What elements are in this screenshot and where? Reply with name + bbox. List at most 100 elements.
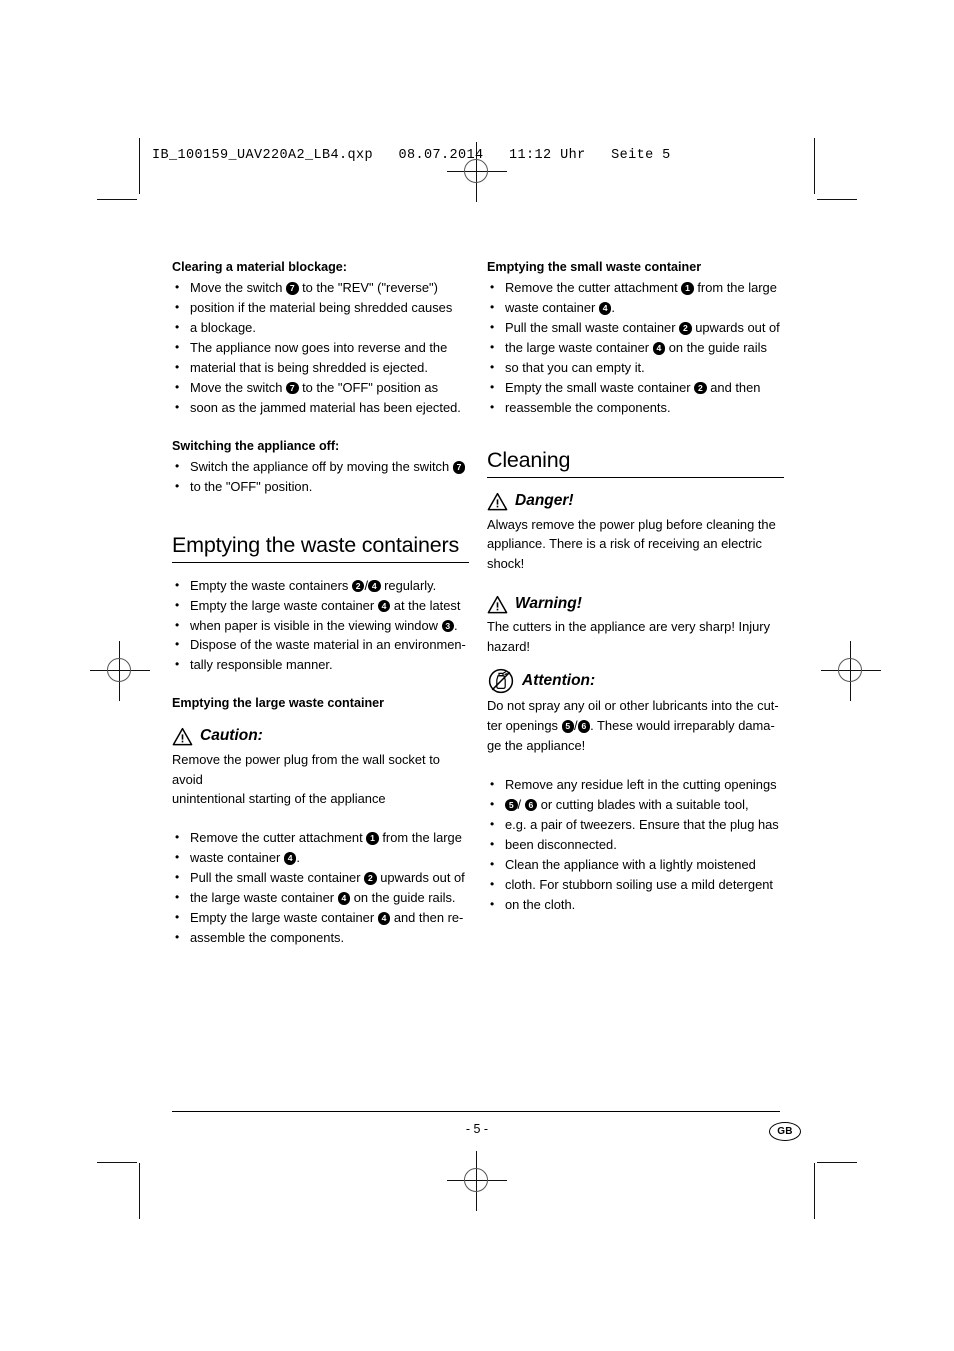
list-item: Empty the large waste container 4 at the… — [172, 596, 469, 616]
heading-switching-appliance-off: Switching the appliance off: — [172, 438, 340, 453]
list-cleaning-steps: Remove any residue left in the cutting o… — [487, 775, 784, 915]
callout-badge-3: 3 — [441, 619, 454, 633]
list-item-continuation: so that you can empty it. — [487, 358, 784, 378]
text-line: ge the appliance! — [487, 738, 586, 754]
notice-caution-title: Caution: — [200, 727, 263, 745]
list-item-continuation: cloth. For stubborn soiling use a mild d… — [487, 875, 784, 895]
section-title-rule — [487, 476, 784, 478]
document-page: Clearing a material blockage: Move the s… — [0, 0, 954, 1351]
list-item: Remove the cutter attachment 1 from the … — [487, 278, 784, 298]
left-column: Clearing a material blockage: Move the s… — [172, 258, 469, 948]
section-title-rule — [172, 561, 469, 563]
list-item-continuation: a blockage. — [172, 318, 469, 338]
notice-caution-text: Remove the power plug from the wall sock… — [172, 750, 469, 810]
callout-badge-4: 4 — [337, 892, 351, 905]
text-line: The cutters in the appliance are very sh… — [487, 619, 771, 635]
section-title-emptying-waste-containers: Emptying the waste containers — [172, 532, 459, 557]
callout-badge-1: 1 — [366, 832, 379, 845]
list-item: Empty the large waste container 4 and th… — [172, 908, 469, 928]
callout-badge-4: 4 — [377, 912, 391, 925]
language-badge-gb: GB — [769, 1122, 801, 1141]
list-item-continuation: the large waste container 4 on the guide… — [172, 888, 469, 908]
text-line: shock! — [487, 556, 525, 572]
list-item-continuation: when paper is visible in the viewing win… — [172, 616, 469, 636]
list-clearing-material-blockage: Move the switch 7 to the "REV" ("reverse… — [172, 278, 469, 418]
text-line: appliance. There is a risk of receiving … — [487, 536, 762, 552]
list-item-continuation: waste container 4. — [172, 848, 469, 868]
list-item-continuation: 5/ 6 or cutting blades with a suitable t… — [487, 795, 784, 815]
text-line: Always remove the power plug before clea… — [487, 516, 776, 532]
list-item: Pull the small waste container 2 upwards… — [172, 868, 469, 888]
callout-badge-4: 4 — [652, 342, 666, 355]
warning-triangle-icon — [172, 727, 193, 746]
notice-attention-title: Attention: — [522, 671, 596, 689]
callout-badge-6: 6 — [524, 798, 538, 812]
notice-attention-text: Do not spray any oil or other lubricants… — [487, 696, 784, 756]
callout-badge-4: 4 — [283, 852, 297, 865]
notice-danger-header: Danger! — [487, 491, 784, 513]
callout-badge-4: 4 — [377, 599, 391, 613]
notice-danger-text: Always remove the power plug before clea… — [487, 515, 784, 575]
text-line: unintentional starting of the appliance — [172, 791, 386, 807]
list-item-continuation: soon as the jammed material has been eje… — [172, 398, 469, 418]
list-item-continuation: been disconnected. — [487, 835, 784, 855]
notice-danger-title: Danger! — [515, 492, 574, 510]
notice-warning-text: The cutters in the appliance are very sh… — [487, 617, 784, 657]
callout-badge-2: 2 — [364, 872, 377, 885]
right-column: Emptying the small waste container Remov… — [487, 258, 784, 915]
section-title-cleaning: Cleaning — [487, 447, 571, 472]
callout-badge-4: 4 — [598, 302, 612, 315]
text-line: Remove the power plug from the wall sock… — [172, 751, 440, 787]
text-line: ter openings 5/6. These would irreparabl… — [487, 718, 775, 734]
callout-badge-7: 7 — [286, 282, 299, 295]
list-item: Dispose of the waste material in an envi… — [172, 635, 469, 655]
list-item: Move the switch 7 to the "REV" ("reverse… — [172, 278, 469, 298]
list-item-continuation: reassemble the components. — [487, 398, 784, 418]
list-emptying-large-waste-container: Remove the cutter attachment 1 from the … — [172, 828, 469, 948]
list-item-continuation: position if the material being shredded … — [172, 298, 469, 318]
text-line: Do not spray any oil or other lubricants… — [487, 698, 779, 714]
list-item-continuation: e.g. a pair of tweezers. Ensure that the… — [487, 815, 784, 835]
list-switching-appliance-off: Switch the appliance off by moving the s… — [172, 457, 469, 497]
callout-badge-7: 7 — [452, 461, 466, 474]
warning-triangle-icon — [487, 492, 508, 511]
list-item: Move the switch 7 to the "OFF" position … — [172, 378, 469, 398]
list-emptying-small-waste-container: Remove the cutter attachment 1 from the … — [487, 278, 784, 418]
list-item: Pull the small waste container 2 upwards… — [487, 318, 784, 338]
list-item-continuation: assemble the components. — [172, 928, 469, 948]
list-item-continuation: material that is being shredded is eject… — [172, 358, 469, 378]
callout-badge-2: 2 — [679, 322, 692, 335]
callout-badge-2: 2 — [351, 579, 365, 593]
page-number: - 5 - — [465, 1122, 489, 1136]
notice-attention-header: Attention: — [487, 668, 784, 694]
list-emptying-waste-containers: Empty the waste containers 2/4 regularly… — [172, 576, 469, 676]
list-item: Switch the appliance off by moving the s… — [172, 457, 469, 477]
list-item-continuation: to the "OFF" position. — [172, 477, 469, 497]
heading-emptying-small-waste-container: Emptying the small waste container — [487, 260, 702, 274]
list-item: Empty the small waste container 2 and th… — [487, 378, 784, 398]
heading-clearing-material-blockage: Clearing a material blockage: — [172, 260, 347, 274]
list-item-continuation: waste container 4. — [487, 298, 784, 318]
warning-triangle-icon — [487, 595, 508, 614]
heading-emptying-large-waste-container: Emptying the large waste container — [172, 696, 385, 711]
callout-badge-5: 5 — [561, 720, 575, 733]
text-line: hazard! — [487, 639, 530, 655]
list-item-continuation: tally responsible manner. — [172, 655, 469, 675]
notice-warning-header: Warning! — [487, 593, 784, 615]
list-item-continuation: on the cloth. — [487, 895, 784, 915]
list-item: Remove any residue left in the cutting o… — [487, 775, 784, 795]
list-item: Clean the appliance with a lightly moist… — [487, 855, 784, 875]
callout-badge-5: 5 — [505, 798, 518, 812]
callout-badge-7: 7 — [286, 381, 299, 395]
notice-caution-header: Caution: — [172, 726, 469, 748]
list-item-continuation: The appliance now goes into reverse and … — [172, 338, 469, 358]
callout-badge-2: 2 — [694, 381, 707, 395]
